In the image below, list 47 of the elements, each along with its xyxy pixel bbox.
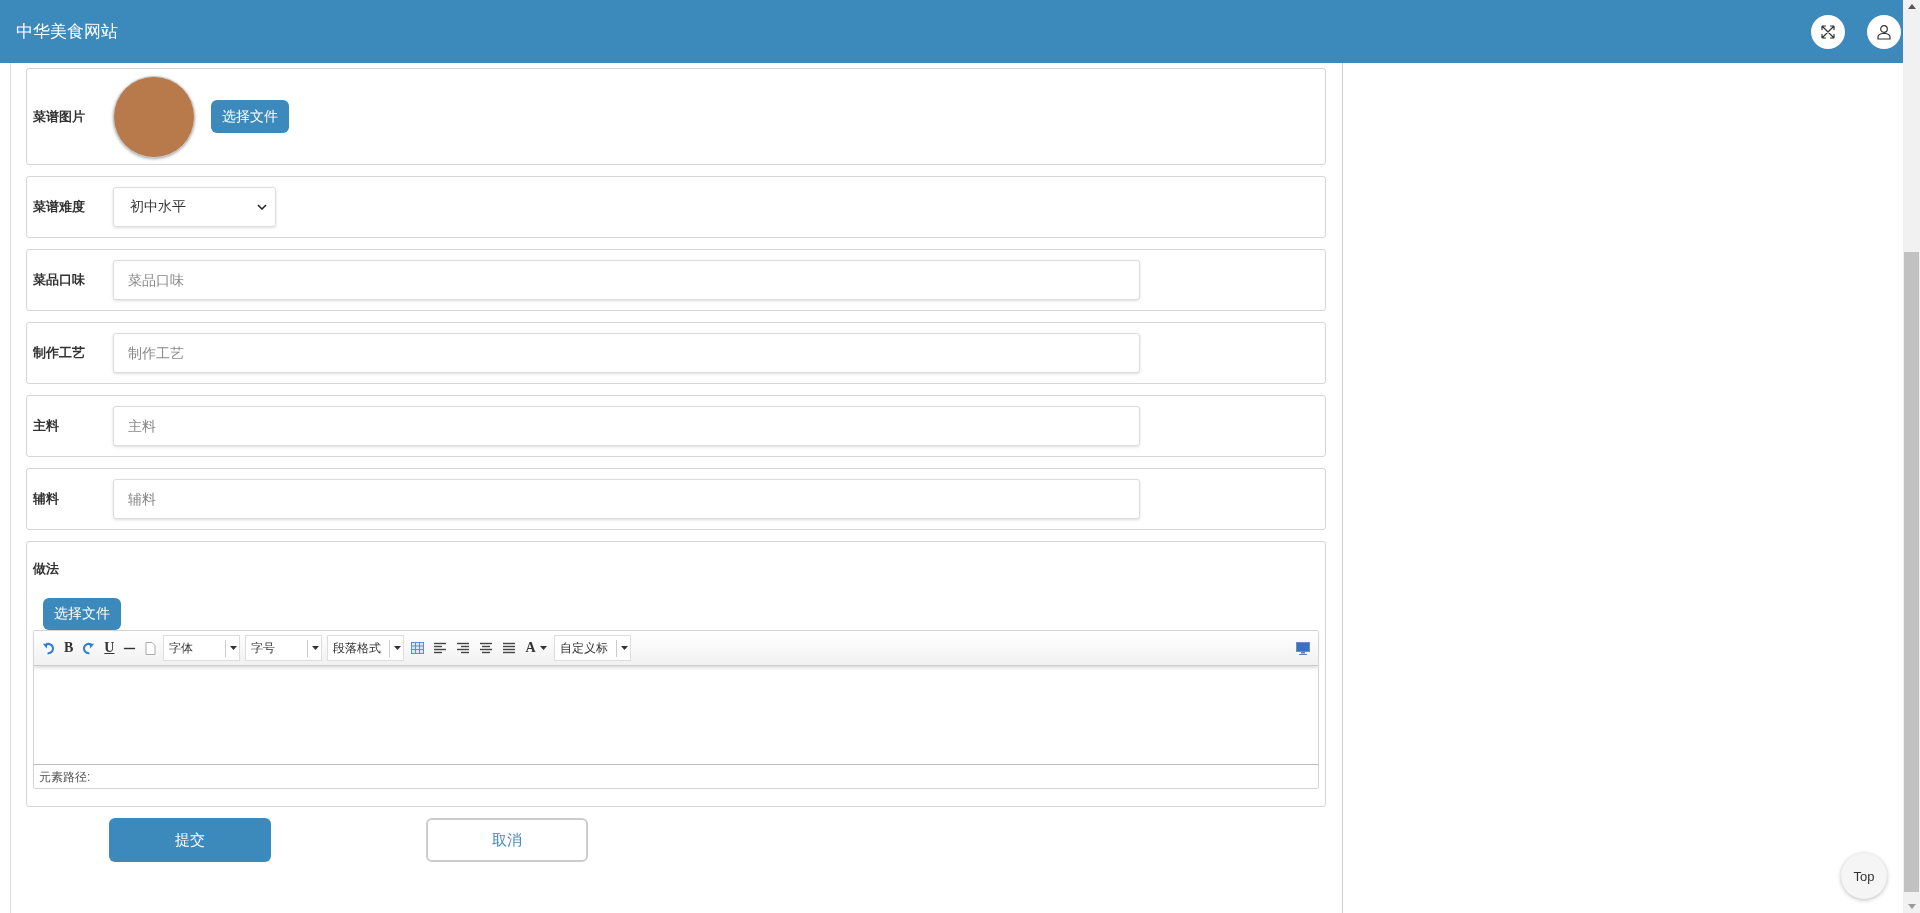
field-label: 做法: [33, 560, 60, 578]
toolbar-dropdown[interactable]: 字号: [245, 635, 323, 661]
format-button[interactable]: U: [102, 637, 117, 659]
caret-icon: [620, 646, 628, 650]
text-input-field[interactable]: 辅料: [113, 479, 1140, 519]
user-icon: [1876, 23, 1892, 40]
text-align-icon: [433, 642, 448, 654]
field-label: 主料: [33, 417, 60, 435]
site-title: 中华美食网站: [16, 21, 118, 43]
toolbar-dropdown[interactable]: 字体: [163, 635, 241, 661]
submit-button[interactable]: 提交: [109, 818, 271, 862]
text-align-icon: [479, 642, 494, 654]
choose-file-button[interactable]: 选择文件: [211, 100, 289, 133]
chevron-down-icon: [257, 204, 267, 210]
field-label: 菜品口味: [33, 271, 86, 289]
text-input-field[interactable]: 主料: [113, 406, 1140, 446]
field-label: 菜谱难度: [33, 198, 86, 216]
field-label: 菜谱图片: [33, 107, 86, 126]
back-to-top-button[interactable]: Top: [1841, 853, 1887, 899]
field-label: 辅料: [33, 490, 60, 508]
caret-icon: [394, 646, 402, 650]
redo-icon: [82, 641, 96, 655]
text-align-icon: [502, 642, 517, 654]
field-label: 制作工艺: [33, 344, 86, 362]
caret-icon: [539, 646, 547, 650]
user-button[interactable]: [1867, 14, 1901, 49]
table-grid-icon: [411, 642, 425, 654]
cancel-button[interactable]: 取消: [426, 818, 588, 862]
expand-arrows-icon: [1820, 23, 1836, 40]
toolbar-dropdown[interactable]: 段落格式: [327, 635, 405, 661]
monitor-icon: [1296, 641, 1310, 655]
scrollbar[interactable]: [1903, 0, 1920, 913]
page-icon: [145, 641, 157, 655]
text-input-field[interactable]: 制作工艺: [113, 333, 1140, 373]
undo-icon: [42, 641, 55, 655]
scroll-up-arrow-icon[interactable]: [1907, 4, 1916, 9]
text-input-field[interactable]: 菜品口味: [113, 260, 1140, 300]
text-align-icon: [456, 642, 471, 654]
caret-icon: [312, 646, 320, 650]
element-path-status: 元素路径:: [38, 769, 92, 786]
choose-file-button[interactable]: 选择文件: [43, 598, 121, 630]
fullscreen-button[interactable]: [1811, 14, 1845, 49]
font-color-button[interactable]: A: [523, 637, 549, 659]
format-button[interactable]: B: [62, 637, 76, 659]
difficulty-select[interactable]: 初中水平: [113, 187, 276, 227]
toolbar-dropdown[interactable]: 自定义标: [553, 635, 631, 661]
caret-icon: [230, 646, 238, 650]
